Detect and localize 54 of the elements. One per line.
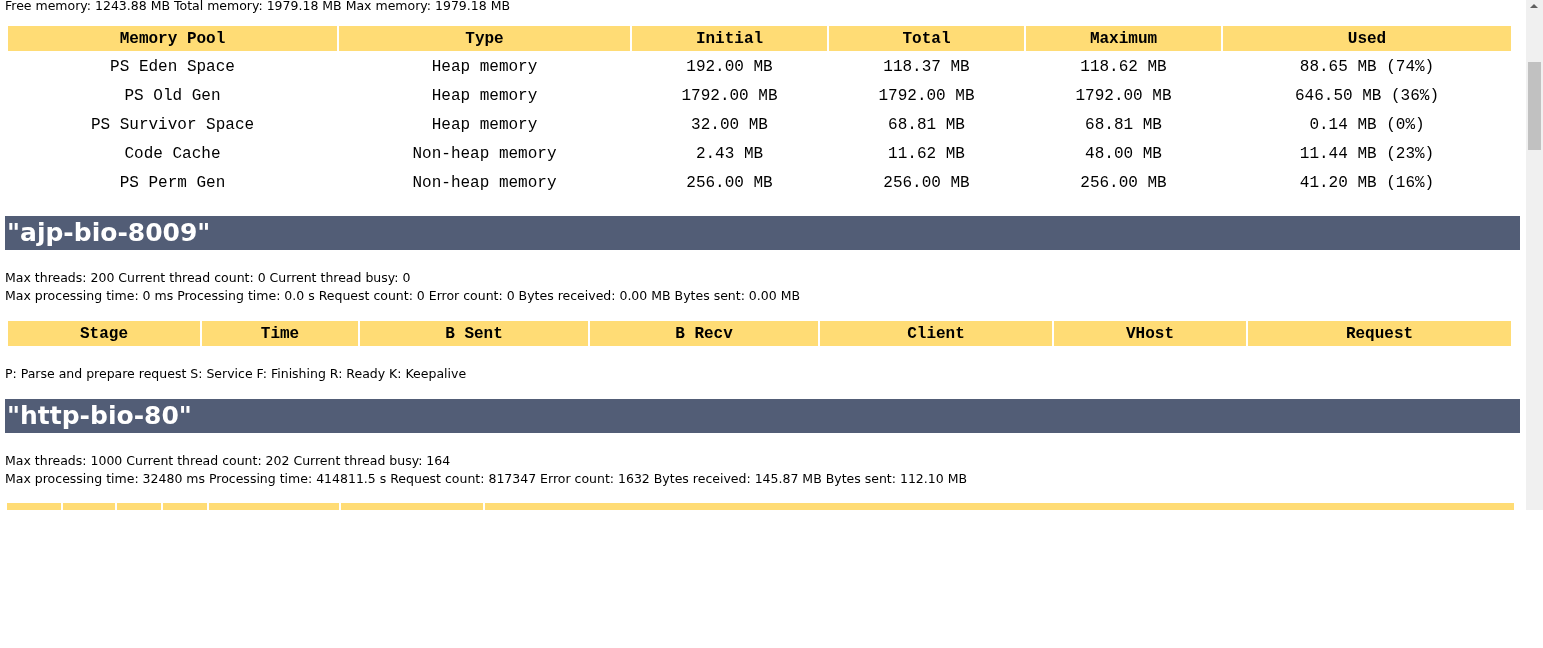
table-cell-text: PS Perm Gen <box>118 172 227 194</box>
table-cell-text: Heap memory <box>430 56 539 78</box>
table-cell-text: PS Eden Space <box>109 56 236 78</box>
table-cell-text: 48.00 MB <box>1084 143 1163 165</box>
table-cell-text: 256.00 MB <box>685 172 774 194</box>
request-info: Max processing time: 32480 ms Processing time: 414811.5 s Request count: 817347 Error count: 1632 Bytes received: 145.87 MB Bytes sent: 112.10 MB <box>5 470 969 488</box>
table-cell-text: 1792.00 MB <box>877 85 976 107</box>
column-header: Stage <box>8 321 200 346</box>
table-cell-text: 118.62 MB <box>1079 56 1168 78</box>
thread-info: Max threads: 200 Current thread count: 0 Current thread busy: 0 <box>5 269 412 287</box>
column-header: Request <box>1248 321 1511 346</box>
table-cell-text: 2.43 MB <box>694 143 765 165</box>
column-header: Total <box>829 26 1024 51</box>
table-cell-text: 32.00 MB <box>690 114 769 136</box>
column-header: Maximum <box>1026 26 1221 51</box>
column-header: Time <box>202 321 358 346</box>
column-header: VHost <box>1054 321 1246 346</box>
table-cell-text: Code Cache <box>123 143 222 165</box>
table-cell-text: Non-heap memory <box>411 143 558 165</box>
column-header: Used <box>1223 26 1511 51</box>
table-cell-text: 1792.00 MB <box>1074 85 1173 107</box>
memory-summary: Free memory: 1243.88 MB Total memory: 1979.18 MB Max memory: 1979.18 MB <box>5 0 511 15</box>
request-info: Max processing time: 0 ms Processing time: 0.0 s Request count: 0 Error count: 0 Bytes received: 0.00 MB Bytes sent: 0.00 MB <box>5 287 801 305</box>
table-cell-text: 0.14 MB (0%) <box>1308 114 1426 136</box>
scroll-up-icon[interactable] <box>1530 4 1538 8</box>
table-cell-text: 118.37 MB <box>882 56 971 78</box>
column-header: B Recv <box>590 321 818 346</box>
table-cell-text: PS Survivor Space <box>89 114 256 136</box>
table-cell-text: 88.65 MB (74%) <box>1298 56 1436 78</box>
stage-legend: P: Parse and prepare request S: Service F: Finishing R: Ready K: Keepalive <box>5 365 1514 383</box>
table-cell-text: 256.00 MB <box>1079 172 1168 194</box>
table-cell-text: 68.81 MB <box>887 114 966 136</box>
table-cell-text: 11.62 MB <box>887 143 966 165</box>
column-header: Type <box>339 26 630 51</box>
thread-info: Max threads: 1000 Current thread count: 202 Current thread busy: 164 <box>5 452 452 470</box>
column-header: Client <box>820 321 1052 346</box>
connector-heading: "ajp-bio-8009" <box>5 216 1520 250</box>
scrollbar[interactable] <box>1526 0 1543 510</box>
table-cell-text: Heap memory <box>430 85 539 107</box>
connector-heading: "http-bio-80" <box>5 399 1520 433</box>
table-cell-text: 68.81 MB <box>1084 114 1163 136</box>
table-cell-text: 646.50 MB (36%) <box>1294 85 1440 107</box>
table-cell-text: Non-heap memory <box>411 172 558 194</box>
table-cell-text: PS Old Gen <box>123 85 222 107</box>
table-cell-text: 41.20 MB (16%) <box>1298 172 1436 194</box>
scrollbar-thumb[interactable] <box>1528 62 1541 150</box>
column-header: Memory Pool <box>8 26 337 51</box>
column-header: B Sent <box>360 321 588 346</box>
table-cell-text: 1792.00 MB <box>680 85 779 107</box>
table-cell-text: 192.00 MB <box>685 56 774 78</box>
table-cell-text: Heap memory <box>430 114 539 136</box>
table-cell-text: 256.00 MB <box>882 172 971 194</box>
column-header: Initial <box>632 26 827 51</box>
table-cell-text: 11.44 MB (23%) <box>1298 143 1436 165</box>
